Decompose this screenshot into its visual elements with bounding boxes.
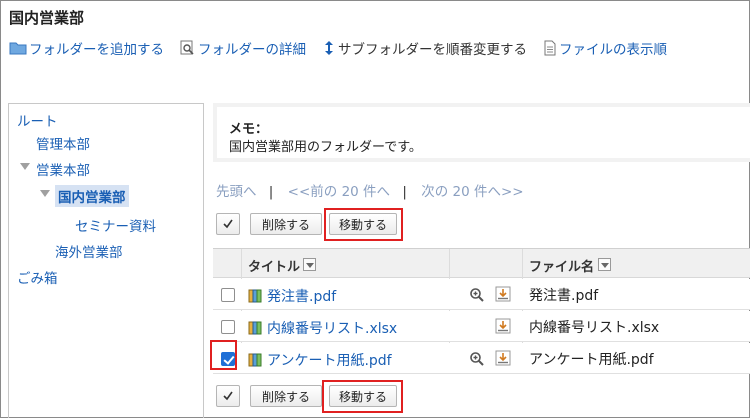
tree-item-domestic-sales[interactable]: 国内営業部 (55, 185, 129, 207)
select-all-button[interactable] (216, 385, 240, 407)
pager: 先頭へ | <<前の 20 件へ | 次の 20 件へ>> (216, 180, 530, 200)
memo-box: メモ： 国内営業部用のフォルダーです。 (213, 103, 750, 162)
zoom-icon[interactable] (469, 287, 485, 303)
download-icon[interactable] (495, 318, 511, 334)
file-title-link[interactable]: 内線番号リスト.xlsx (248, 318, 397, 338)
pager-next-link[interactable]: 次の 20 件へ>> (421, 184, 523, 200)
memo-inner: メモ： 国内営業部用のフォルダーです。 (217, 107, 750, 158)
file-title-link[interactable]: 発注書.pdf (248, 286, 336, 306)
reorder-subfolders-link[interactable]: サブフォルダーを順番変更する (322, 38, 527, 58)
folder-details-label: フォルダーの詳細 (198, 42, 306, 58)
checkmark-icon (223, 219, 233, 229)
select-all-button[interactable] (216, 213, 240, 235)
file-display-order-link[interactable]: ファイルの表示順 (543, 38, 667, 58)
checkmark-icon (223, 391, 233, 401)
folder-tree: ルート 管理本部 営業本部 国内営業部 セミナー資料 海外営業部 ごみ箱 (8, 103, 204, 418)
book-icon (248, 288, 264, 304)
book-icon (248, 352, 264, 368)
file-name-text: 内線番号リスト.xlsx (529, 320, 660, 336)
expand-toggle-icon[interactable] (40, 190, 50, 197)
memo-label: メモ： (229, 122, 269, 137)
file-title-text: 内線番号リスト.xlsx (267, 321, 398, 337)
tree-item-overseas-sales[interactable]: 海外営業部 (55, 241, 123, 261)
add-folder-label: フォルダーを追加する (29, 42, 164, 58)
folder-details-icon (180, 40, 196, 56)
memo-text: 国内営業部用のフォルダーです。 (229, 140, 422, 155)
highlight-box (210, 340, 237, 370)
file-name-text: 発注書.pdf (529, 288, 599, 304)
file-table: タイトル ファイル名 発注書.pdf 発注書.pdf 内線番号リスト.xlsx … (213, 248, 750, 374)
tree-item-root[interactable]: ルート (17, 110, 58, 130)
page-title: 国内営業部 (9, 9, 85, 27)
column-header-filename: ファイル名 (529, 260, 595, 275)
pager-first-link[interactable]: 先頭へ (216, 184, 257, 200)
file-title-text: 発注書.pdf (267, 289, 337, 305)
table-row: 発注書.pdf 発注書.pdf (213, 279, 750, 310)
pager-separator: | (402, 184, 407, 200)
row-checkbox[interactable] (221, 320, 235, 334)
add-folder-link[interactable]: フォルダーを追加する (9, 38, 164, 58)
pager-separator: | (268, 184, 274, 200)
sort-title-icon[interactable] (303, 258, 316, 271)
folder-icon (9, 41, 27, 55)
zoom-icon[interactable] (469, 351, 485, 367)
table-header: タイトル ファイル名 (213, 249, 750, 278)
move-button[interactable]: 移動する (329, 213, 397, 235)
download-icon[interactable] (495, 350, 511, 366)
delete-button[interactable]: 削除する (250, 213, 322, 235)
tree-item-admin[interactable]: 管理本部 (36, 133, 90, 153)
table-row: 内線番号リスト.xlsx 内線番号リスト.xlsx (213, 311, 750, 342)
file-name-text: アンケート用紙.pdf (529, 352, 654, 368)
pager-prev-link[interactable]: <<前の 20 件へ (288, 184, 390, 200)
column-header-title: タイトル (248, 260, 301, 275)
tree-item-sales[interactable]: 営業本部 (36, 159, 90, 179)
main-content: メモ： 国内営業部用のフォルダーです。 先頭へ | <<前の 20 件へ | 次… (210, 103, 750, 418)
file-title-link[interactable]: アンケート用紙.pdf (248, 350, 392, 370)
file-title-text: アンケート用紙.pdf (267, 353, 392, 369)
reorder-icon (322, 40, 336, 56)
table-row: アンケート用紙.pdf アンケート用紙.pdf (213, 343, 750, 374)
expand-toggle-icon[interactable] (20, 163, 30, 170)
download-icon[interactable] (495, 286, 511, 302)
sort-filename-icon[interactable] (598, 258, 611, 271)
file-display-order-label: ファイルの表示順 (559, 42, 667, 58)
row-checkbox[interactable] (221, 288, 235, 302)
book-icon (248, 320, 264, 336)
reorder-subfolders-label: サブフォルダーを順番変更する (338, 42, 527, 58)
move-button[interactable]: 移動する (329, 385, 397, 407)
tree-item-trash[interactable]: ごみ箱 (17, 267, 58, 287)
file-order-icon (543, 40, 557, 56)
delete-button[interactable]: 削除する (250, 385, 322, 407)
toolbar: フォルダーを追加する フォルダーの詳細 サブフォルダーを順番変更する ファイルの… (9, 38, 683, 58)
tree-item-seminar[interactable]: セミナー資料 (75, 215, 156, 235)
folder-details-link[interactable]: フォルダーの詳細 (180, 38, 306, 58)
